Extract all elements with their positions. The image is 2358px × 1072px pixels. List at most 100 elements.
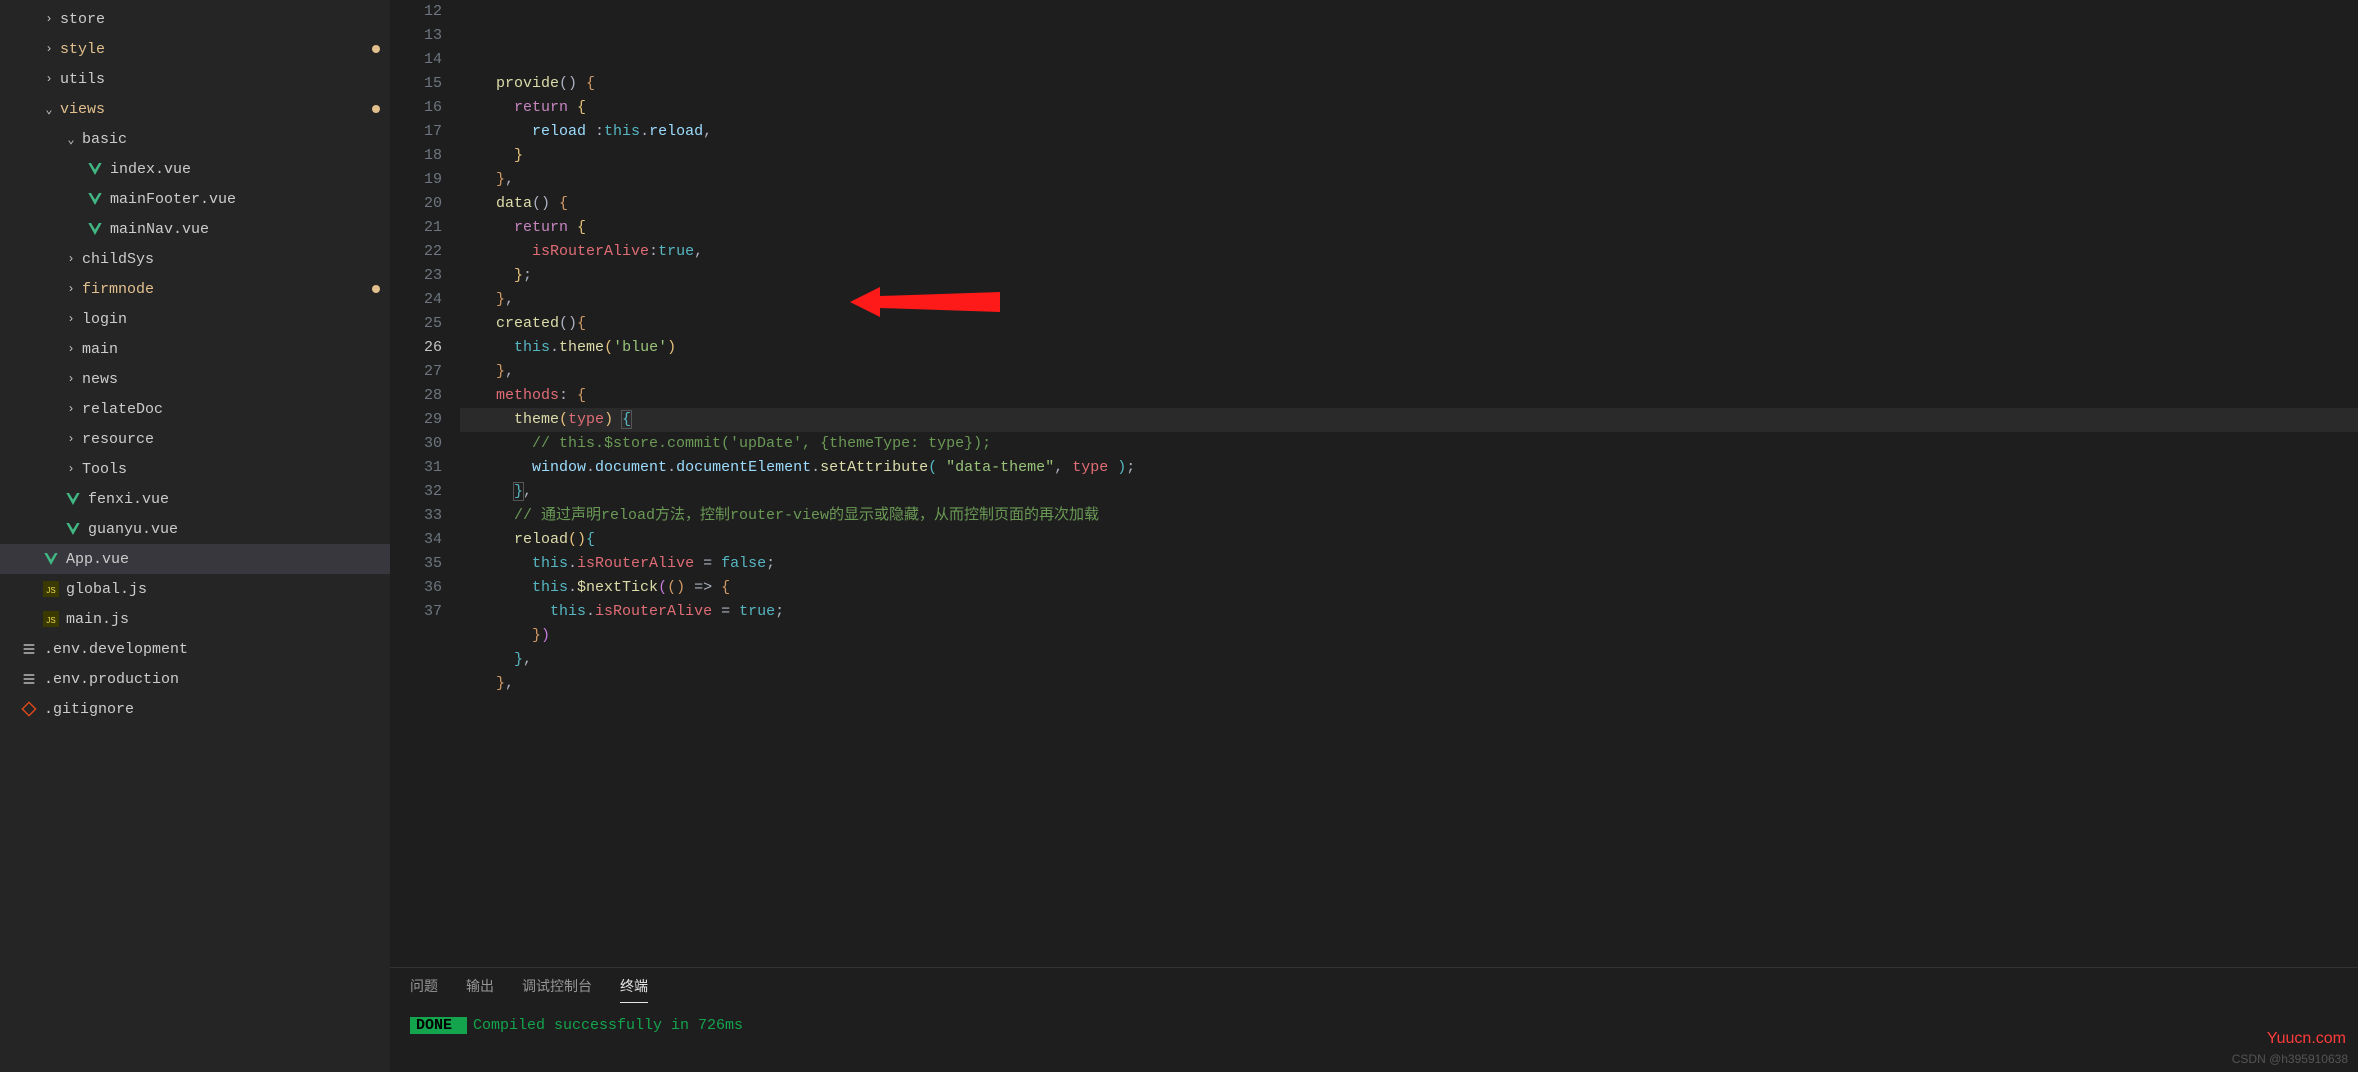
line-number: 29 [390,408,442,432]
folder-relatedoc[interactable]: ›relateDoc [0,394,390,424]
code-line[interactable]: reload(){ [460,528,2358,552]
file-index.vue[interactable]: index.vue [0,154,390,184]
line-number: 14 [390,48,442,72]
panel-tab-2[interactable]: 调试控制台 [522,976,592,1003]
tree-item-label: childSys [82,251,154,268]
code-line[interactable]: }; [460,264,2358,288]
code-line[interactable]: window.document.documentElement.setAttri… [460,456,2358,480]
chevron-right-icon: › [42,12,56,26]
line-number: 24 [390,288,442,312]
line-number: 33 [390,504,442,528]
code-editor[interactable]: 1213141516171819202122232425262728293031… [390,0,2358,967]
file-.env.production[interactable]: .env.production [0,664,390,694]
folder-style[interactable]: ›style [0,34,390,64]
cfg-icon [20,641,38,657]
code-line[interactable]: methods: { [460,384,2358,408]
code-line[interactable]: return { [460,96,2358,120]
folder-news[interactable]: ›news [0,364,390,394]
panel-tab-3[interactable]: 终端 [620,976,648,1003]
svg-text:JS: JS [46,586,55,595]
folder-main[interactable]: ›main [0,334,390,364]
chevron-right-icon: › [64,252,78,266]
code-line[interactable]: provide() { [460,72,2358,96]
code-line[interactable]: this.isRouterAlive = false; [460,552,2358,576]
code-line[interactable]: // 通过声明reload方法，控制router-view的显示或隐藏，从而控制… [460,504,2358,528]
folder-tools[interactable]: ›Tools [0,454,390,484]
code-line[interactable]: theme(type) { [460,408,2358,432]
vue-icon [42,551,60,567]
line-number: 36 [390,576,442,600]
line-number: 15 [390,72,442,96]
folder-views[interactable]: ⌄views [0,94,390,124]
terminal-output[interactable]: DONE Compiled successfully in 726ms [390,1003,2358,1048]
code-line[interactable]: this.isRouterAlive = true; [460,600,2358,624]
watermark-site: Yuucn.com [2267,1030,2346,1048]
code-line[interactable]: // this.$store.commit('upDate', {themeTy… [460,432,2358,456]
tree-item-label: utils [60,71,105,88]
panel-tab-1[interactable]: 输出 [466,976,494,1003]
file-fenxi.vue[interactable]: fenxi.vue [0,484,390,514]
code-line[interactable]: this.theme('blue') [460,336,2358,360]
panel-tab-0[interactable]: 问题 [410,976,438,1003]
tree-item-label: login [82,311,127,328]
code-line[interactable]: return { [460,216,2358,240]
line-number: 32 [390,480,442,504]
code-line[interactable]: }, [460,648,2358,672]
file-app.vue[interactable]: App.vue [0,544,390,574]
vue-icon [64,491,82,507]
tree-item-label: main.js [66,611,129,628]
code-line[interactable]: }, [460,288,2358,312]
line-number: 19 [390,168,442,192]
done-badge: DONE [410,1017,467,1034]
code-line[interactable]: }, [460,168,2358,192]
code-line[interactable]: }, [460,672,2358,696]
modified-indicator [372,285,380,293]
file-mainfooter.vue[interactable]: mainFooter.vue [0,184,390,214]
folder-login[interactable]: ›login [0,304,390,334]
tree-item-label: mainFooter.vue [110,191,236,208]
code-line[interactable]: } [460,144,2358,168]
chevron-right-icon: › [64,402,78,416]
folder-store[interactable]: ›store [0,4,390,34]
panel-tabs: 问题 输出 调试控制台 终端 [390,968,2358,1003]
code-line[interactable]: }, [460,480,2358,504]
chevron-right-icon: › [64,372,78,386]
code-content[interactable]: provide() { return { reload :this.reload… [460,0,2358,967]
file-global.js[interactable]: JSglobal.js [0,574,390,604]
tree-item-label: basic [82,131,127,148]
code-line[interactable]: this.$nextTick(() => { [460,576,2358,600]
code-line[interactable]: data() { [460,192,2358,216]
vue-icon [86,221,104,237]
chevron-right-icon: › [64,282,78,296]
line-number: 28 [390,384,442,408]
tree-item-label: fenxi.vue [88,491,169,508]
file-guanyu.vue[interactable]: guanyu.vue [0,514,390,544]
line-number: 34 [390,528,442,552]
line-number: 37 [390,600,442,624]
line-number: 27 [390,360,442,384]
folder-resource[interactable]: ›resource [0,424,390,454]
file-.env.development[interactable]: .env.development [0,634,390,664]
folder-firmnode[interactable]: ›firmnode [0,274,390,304]
code-line[interactable]: }) [460,624,2358,648]
code-line[interactable]: isRouterAlive:true, [460,240,2358,264]
file-.gitignore[interactable]: .gitignore [0,694,390,724]
line-number: 26 [390,336,442,360]
code-line[interactable]: reload :this.reload, [460,120,2358,144]
chevron-right-icon: › [64,432,78,446]
file-mainnav.vue[interactable]: mainNav.vue [0,214,390,244]
folder-basic[interactable]: ⌄basic [0,124,390,154]
code-line[interactable]: created(){ [460,312,2358,336]
folder-childsys[interactable]: › childSys [0,244,390,274]
tree-item-label: views [60,101,105,118]
code-line[interactable]: }, [460,360,2358,384]
compile-message: Compiled successfully in 726ms [473,1017,743,1034]
folder-utils[interactable]: › utils [0,64,390,94]
file-explorer-sidebar[interactable]: ›store›style › utils ⌄views⌄basicindex.vue m… [0,0,390,1072]
file-main.js[interactable]: JSmain.js [0,604,390,634]
tree-item-label: .env.development [44,641,188,658]
line-number: 25 [390,312,442,336]
line-number: 18 [390,144,442,168]
chevron-right-icon: › [42,72,56,86]
tree-item-label: main [82,341,118,358]
